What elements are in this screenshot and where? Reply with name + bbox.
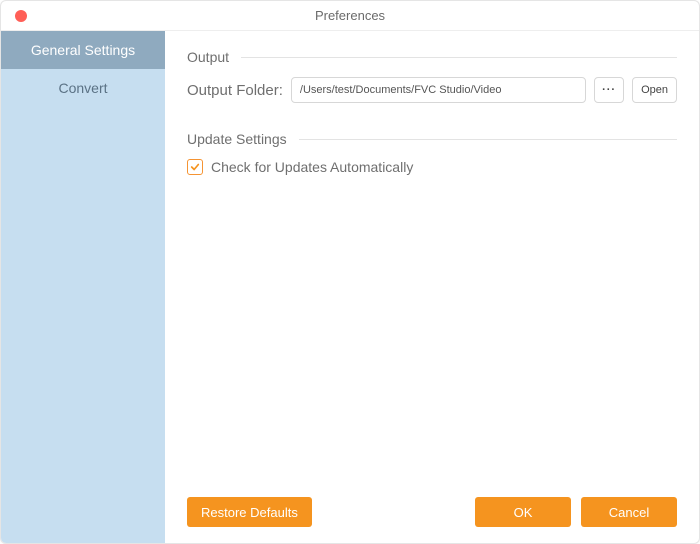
- check-updates-row: Check for Updates Automatically: [187, 159, 677, 175]
- output-folder-label: Output Folder:: [187, 82, 283, 99]
- ok-button[interactable]: OK: [475, 497, 571, 527]
- sidebar-item-label: Convert: [58, 80, 107, 96]
- restore-defaults-button[interactable]: Restore Defaults: [187, 497, 312, 527]
- titlebar: Preferences: [1, 1, 699, 31]
- window-title: Preferences: [315, 8, 385, 23]
- section-header-update: Update Settings: [187, 131, 677, 147]
- output-folder-input[interactable]: [291, 77, 586, 103]
- divider: [299, 139, 677, 140]
- output-folder-row: Output Folder: ··· Open: [187, 77, 677, 103]
- ellipsis-icon: ···: [602, 84, 616, 96]
- spacer: [187, 175, 677, 497]
- checkmark-icon: [190, 162, 200, 172]
- sidebar: General Settings Convert: [1, 31, 165, 543]
- sidebar-item-general-settings[interactable]: General Settings: [1, 31, 165, 69]
- cancel-button[interactable]: Cancel: [581, 497, 677, 527]
- section-title: Output: [187, 49, 229, 65]
- preferences-window: Preferences General Settings Convert Out…: [0, 0, 700, 544]
- browse-button[interactable]: ···: [594, 77, 624, 103]
- close-icon[interactable]: [15, 10, 27, 22]
- open-button[interactable]: Open: [632, 77, 677, 103]
- sidebar-item-label: General Settings: [31, 42, 135, 58]
- divider: [241, 57, 677, 58]
- check-updates-checkbox[interactable]: [187, 159, 203, 175]
- sidebar-item-convert[interactable]: Convert: [1, 69, 165, 107]
- main-panel: Output Output Folder: ··· Open Update Se…: [165, 31, 699, 543]
- section-title: Update Settings: [187, 131, 287, 147]
- section-header-output: Output: [187, 49, 677, 65]
- window-body: General Settings Convert Output Output F…: [1, 31, 699, 543]
- check-updates-label: Check for Updates Automatically: [211, 159, 413, 175]
- footer: Restore Defaults OK Cancel: [187, 497, 677, 527]
